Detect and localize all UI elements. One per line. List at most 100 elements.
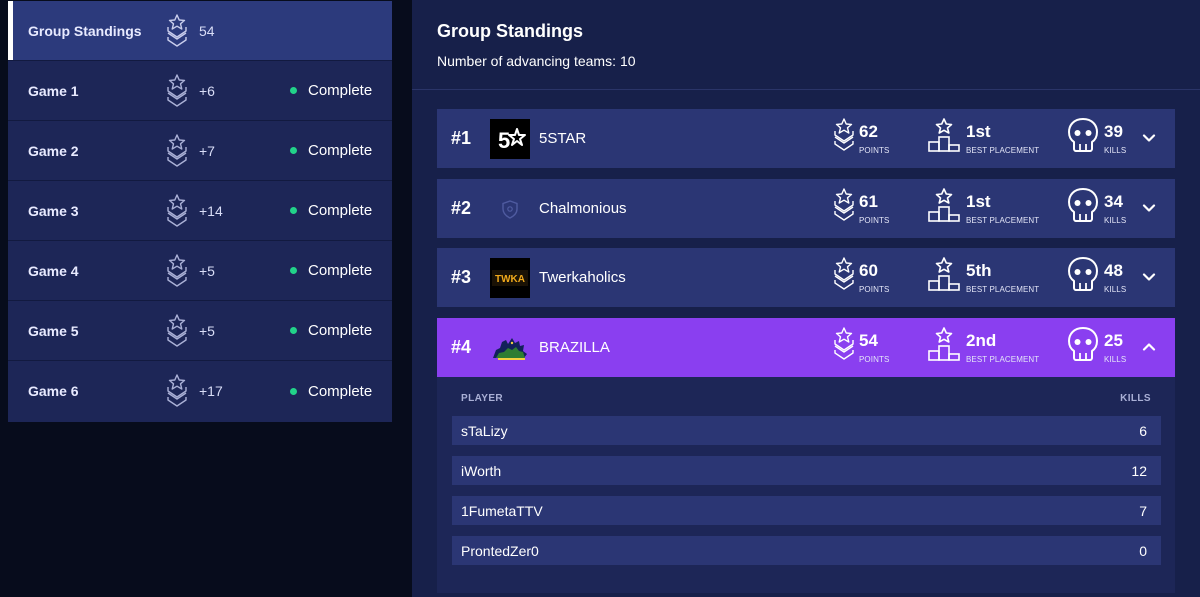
- podium-star-icon: [927, 187, 961, 223]
- chevron-star-icon: [166, 14, 188, 48]
- sidebar-item-points: +17: [199, 383, 223, 399]
- kills-value: 48: [1104, 261, 1123, 280]
- status-badge: Complete: [290, 383, 372, 400]
- points-value: 62: [859, 122, 878, 141]
- chevron-down-icon[interactable]: [1142, 131, 1156, 145]
- status-text: Complete: [308, 382, 373, 400]
- game-sidebar: Group Standings 54 Game 1 +6 Complete Ga…: [8, 1, 392, 422]
- sidebar-item-label: Game 6: [28, 383, 79, 399]
- status-dot-icon: [290, 327, 297, 334]
- chevron-down-icon[interactable]: [1142, 201, 1156, 215]
- sidebar-item-game-2[interactable]: Game 2 +7 Complete: [8, 121, 392, 181]
- skull-icon: [1067, 256, 1099, 292]
- status-text: Complete: [308, 82, 373, 99]
- team-points: 60 POINTS: [833, 256, 903, 300]
- team-rank: #3: [451, 267, 472, 287]
- status-text: Complete: [308, 262, 373, 279]
- sidebar-item-game-5[interactable]: Game 5 +5 Complete: [8, 301, 392, 361]
- sidebar-item-points: +5: [199, 262, 215, 279]
- placement-caption: BEST PLACEMENT: [966, 146, 1040, 155]
- team-best-placement: 1st BEST PLACEMENT: [927, 187, 1047, 231]
- status-text: Complete: [308, 142, 373, 159]
- player-name: ProntedZer0: [461, 543, 539, 559]
- status-badge: Complete: [290, 142, 372, 159]
- team-kills: 48 KILLS: [1067, 256, 1137, 300]
- player-row: sTaLizy 6: [452, 416, 1161, 445]
- team-logo: TWKA: [490, 258, 530, 298]
- status-text: Complete: [308, 322, 373, 339]
- player-name: sTaLizy: [461, 423, 508, 439]
- player-kills: 6: [1139, 423, 1147, 439]
- placement-caption: BEST PLACEMENT: [966, 355, 1040, 364]
- chevron-up-icon[interactable]: [1142, 340, 1156, 354]
- points-caption: POINTS: [859, 355, 890, 364]
- placement-value: 1st: [966, 192, 991, 211]
- team-kills: 25 KILLS: [1067, 326, 1137, 370]
- team-best-placement: 1st BEST PLACEMENT: [927, 117, 1047, 161]
- chevron-star-icon: [166, 314, 188, 348]
- chevron-star-icon: [833, 117, 855, 153]
- status-dot-icon: [290, 147, 297, 154]
- sidebar-item-game-3[interactable]: Game 3 +14 Complete: [8, 181, 392, 241]
- players-table-header: PLAYER KILLS: [461, 393, 1151, 404]
- team-row[interactable]: #3 TWKA Twerkaholics 60 POINTS 5th BEST …: [437, 248, 1175, 307]
- chevron-star-icon: [833, 187, 855, 223]
- team-kills: 34 KILLS: [1067, 187, 1137, 231]
- points-value: 60: [859, 261, 878, 280]
- placement-value: 1st: [966, 122, 991, 141]
- sidebar-item-game-4[interactable]: Game 4 +5 Complete: [8, 241, 392, 301]
- team-kills: 39 KILLS: [1067, 117, 1137, 161]
- team-points: 54 POINTS: [833, 326, 903, 370]
- team-logo-twka-icon: TWKA: [492, 270, 528, 286]
- player-kills: 0: [1139, 543, 1147, 559]
- chevron-down-icon[interactable]: [1142, 270, 1156, 284]
- chevron-star-icon: [166, 254, 188, 288]
- status-badge: Complete: [290, 262, 372, 279]
- team-rank: #4: [451, 337, 472, 357]
- team-name: 5STAR: [539, 130, 587, 147]
- status-text: Complete: [308, 202, 373, 219]
- team-logo-5star-icon: 5: [498, 128, 526, 153]
- team-row-expanded[interactable]: #4 BRAZILLA 54 POINTS 2nd BEST PLACEMENT…: [437, 318, 1175, 377]
- advancing-teams-text: Number of advancing teams: 10: [437, 53, 1175, 69]
- players-table: PLAYER KILLS sTaLizy 6 iWorth 12 1Fumeta…: [437, 377, 1175, 593]
- chevron-star-icon: [166, 134, 188, 168]
- skull-icon: [1067, 117, 1099, 153]
- podium-star-icon: [927, 117, 961, 153]
- shield-icon: [502, 200, 518, 219]
- sidebar-item-points: +6: [199, 82, 215, 99]
- kills-value: 25: [1104, 331, 1123, 350]
- sidebar-item-label: Game 4: [28, 262, 79, 279]
- status-badge: Complete: [290, 202, 372, 219]
- sidebar-item-group-standings[interactable]: Group Standings 54: [8, 1, 392, 61]
- standings-header: Group Standings Number of advancing team…: [412, 0, 1200, 90]
- player-kills: 7: [1139, 503, 1147, 519]
- placement-caption: BEST PLACEMENT: [966, 285, 1040, 294]
- page-title: Group Standings: [437, 21, 583, 41]
- kills-caption: KILLS: [1104, 216, 1127, 225]
- team-row[interactable]: #1 5 5STAR 62 POINTS 1st BEST PLACEMENT …: [437, 109, 1175, 168]
- points-caption: POINTS: [859, 285, 890, 294]
- advancing-label: Number of advancing teams:: [437, 53, 616, 69]
- team-best-placement: 5th BEST PLACEMENT: [927, 256, 1047, 300]
- kills-caption: KILLS: [1104, 285, 1127, 294]
- status-badge: Complete: [290, 82, 372, 99]
- advancing-value: 10: [619, 53, 636, 69]
- team-logo-brazilla-icon: [493, 338, 527, 360]
- kills-caption: KILLS: [1104, 146, 1127, 155]
- column-header-player: PLAYER: [461, 393, 504, 404]
- team-logo-text: TWKA: [495, 274, 525, 285]
- team-rank: #1: [451, 128, 472, 148]
- sidebar-item-game-6[interactable]: Game 6 +17 Complete: [8, 361, 392, 421]
- chevron-star-icon: [166, 74, 188, 108]
- player-row: 1FumetaTTV 7: [452, 496, 1161, 525]
- skull-icon: [1067, 326, 1099, 362]
- team-row[interactable]: #2 Chalmonious 61 POINTS 1st BEST PLACEM…: [437, 179, 1175, 238]
- chevron-star-icon: [833, 256, 855, 292]
- team-logo: [490, 189, 530, 229]
- team-name: BRAZILLA: [539, 339, 610, 356]
- sidebar-item-game-1[interactable]: Game 1 +6 Complete: [8, 61, 392, 121]
- team-name: Chalmonious: [539, 200, 627, 217]
- standings-panel: Group Standings Number of advancing team…: [412, 0, 1200, 597]
- status-dot-icon: [290, 207, 297, 214]
